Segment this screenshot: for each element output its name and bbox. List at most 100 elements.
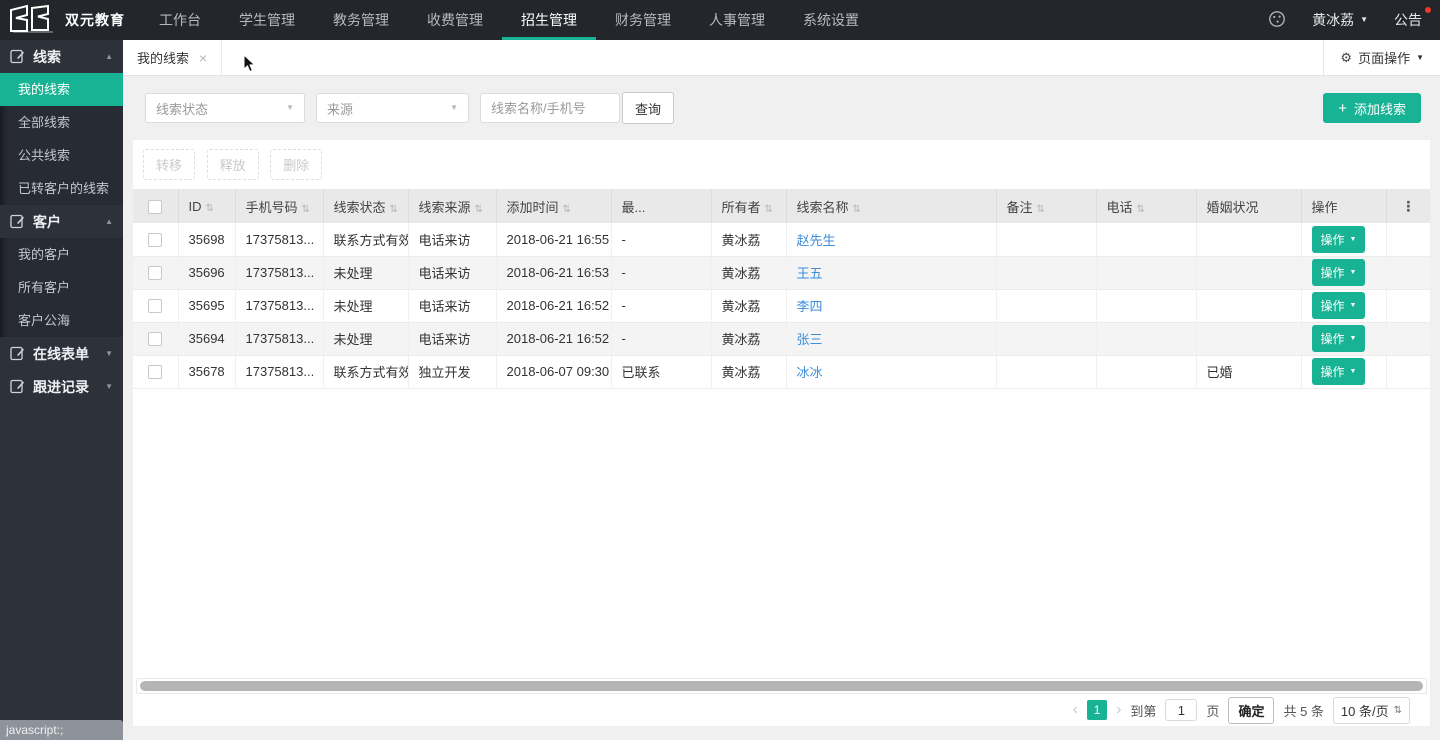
sort-icon[interactable]: ⇅ — [390, 204, 398, 215]
col-header-phone[interactable]: 手机号码 ⇅ — [235, 189, 324, 223]
col-header-source[interactable]: 线索来源 ⇅ — [408, 189, 497, 223]
transfer-button[interactable]: 转移 — [143, 149, 196, 180]
close-icon[interactable]: × — [199, 50, 207, 66]
sidebar-item-my-customers[interactable]: 我的客户 — [0, 238, 123, 271]
chevron-down-icon: ▼ — [1360, 15, 1368, 24]
row-action-button[interactable]: 操作 ▼ — [1311, 325, 1366, 352]
sidebar-section-followup-records[interactable]: 跟进记录 ▼ — [0, 370, 123, 403]
goto-page-input[interactable] — [1165, 699, 1198, 721]
col-header-id[interactable]: ID ⇅ — [178, 189, 236, 223]
cell-action: 操作 ▼ — [1301, 355, 1387, 389]
col-header-note[interactable]: 备注 ⇅ — [996, 189, 1097, 223]
nav-item-enrollment-mgmt[interactable]: 招生管理 — [502, 0, 596, 40]
clue-status-select[interactable]: 线索状态 ▼ — [145, 93, 305, 123]
confirm-button[interactable]: 确定 — [1228, 696, 1275, 724]
cell-action: 操作 ▼ — [1301, 289, 1387, 323]
sort-icon[interactable]: ⇅ — [475, 204, 483, 215]
palette-icon[interactable] — [1268, 10, 1286, 31]
nav-item-finance-mgmt[interactable]: 财务管理 — [596, 0, 690, 40]
nav-item-academic-mgmt[interactable]: 教务管理 — [314, 0, 408, 40]
sort-icon[interactable]: ⇅ — [1137, 204, 1145, 215]
row-action-button[interactable]: 操作 ▼ — [1311, 292, 1366, 319]
cell-checkbox — [133, 355, 179, 389]
row-checkbox[interactable] — [148, 266, 163, 281]
cell-name: 张三 — [786, 322, 997, 356]
col-header-marital: 婚姻状况 — [1196, 189, 1302, 223]
query-button[interactable]: 查询 — [622, 92, 674, 124]
clue-name-link[interactable]: 张三 — [797, 332, 823, 347]
tab-my-clues[interactable]: 我的线索 × — [123, 40, 223, 75]
add-clue-button[interactable]: + 添加线索 — [1323, 93, 1421, 123]
sidebar-section-customers[interactable]: 客户 ▲ — [0, 205, 123, 238]
row-action-button[interactable]: 操作 ▼ — [1311, 225, 1366, 253]
row-checkbox[interactable] — [148, 299, 163, 314]
col-header-tel[interactable]: 电话 ⇅ — [1096, 189, 1197, 223]
nav-item-student-mgmt[interactable]: 学生管理 — [220, 0, 314, 40]
source-select[interactable]: 来源 ▼ — [316, 93, 469, 123]
clue-name-link[interactable]: 冰冰 — [797, 365, 823, 380]
sidebar-section-online-forms[interactable]: 在线表单 ▼ — [0, 337, 123, 370]
row-action-button[interactable]: 操作 ▼ — [1311, 358, 1366, 385]
announcement-link[interactable]: 公告 — [1394, 7, 1431, 30]
cell-extra — [1386, 223, 1430, 257]
horizontal-scrollbar[interactable] — [136, 678, 1427, 694]
clue-status-placeholder: 线索状态 — [156, 101, 209, 117]
table-row: 35698 17375813... 联系方式有效 电话来访 2018-06-21… — [133, 223, 1430, 257]
sidebar-item-all-customers[interactable]: 所有客户 — [0, 271, 123, 304]
row-checkbox[interactable] — [148, 365, 163, 380]
sort-icon[interactable]: ⇅ — [765, 204, 773, 215]
nav-item-system-settings[interactable]: 系统设置 — [784, 0, 878, 40]
cell-last: - — [611, 256, 712, 290]
kebab-menu-icon[interactable]: ⋮ — [1401, 198, 1415, 214]
release-button[interactable]: 释放 — [206, 149, 259, 180]
table-card: 转移 释放 删除 ID ⇅ 手机号码 ⇅ 线索状态 ⇅ 线索来源 ⇅ 添加时间 ⇅ 最.. — [133, 140, 1430, 726]
nav-item-hr-mgmt[interactable]: 人事管理 — [690, 0, 784, 40]
col-header-added-time[interactable]: 添加时间 ⇅ — [496, 189, 612, 223]
row-checkbox[interactable] — [148, 332, 163, 347]
sort-icon[interactable]: ⇅ — [563, 204, 571, 215]
scrollbar-thumb[interactable] — [140, 681, 1423, 691]
cell-marital — [1196, 223, 1302, 257]
logo[interactable]: 双元教育 — [0, 0, 140, 40]
col-header-owner[interactable]: 所有者 ⇅ — [711, 189, 787, 223]
announcement-label: 公告 — [1394, 12, 1422, 28]
nav-item-fee-mgmt[interactable]: 收费管理 — [408, 0, 502, 40]
cell-phone: 17375813... — [235, 256, 324, 290]
search-input[interactable] — [480, 93, 620, 123]
gear-icon: ⚙ — [1340, 49, 1353, 65]
select-all-checkbox[interactable] — [148, 199, 163, 214]
user-menu[interactable]: 黄冰荔 ▼ — [1312, 10, 1368, 30]
sidebar-item-my-clues[interactable]: 我的线索 — [0, 73, 123, 106]
clue-name-link[interactable]: 赵先生 — [797, 233, 836, 248]
table-row: 35678 17375813... 联系方式有效 独立开发 2018-06-07… — [133, 355, 1430, 389]
nav-item-workbench[interactable]: 工作台 — [140, 0, 220, 40]
sidebar-item-customer-pool[interactable]: 客户公海 — [0, 304, 123, 337]
cell-tel — [1096, 223, 1197, 257]
col-header-name[interactable]: 线索名称 ⇅ — [786, 189, 997, 223]
sidebar-item-converted-clues[interactable]: 已转客户的线索 — [0, 172, 123, 205]
cell-tel — [1096, 322, 1197, 356]
prev-page-icon[interactable]: ‹ — [1073, 702, 1078, 718]
row-action-button[interactable]: 操作 ▼ — [1311, 259, 1366, 286]
next-page-icon[interactable]: › — [1116, 702, 1121, 718]
col-header-status[interactable]: 线索状态 ⇅ — [323, 189, 409, 223]
sort-icon[interactable]: ⇅ — [206, 203, 214, 214]
sidebar-item-all-clues[interactable]: 全部线索 — [0, 106, 123, 139]
clue-name-link[interactable]: 李四 — [797, 299, 823, 314]
page-size-select[interactable]: 10 条/页 ⇅ — [1332, 696, 1410, 724]
cell-extra — [1386, 322, 1430, 356]
page-number-current[interactable]: 1 — [1087, 700, 1108, 720]
sort-icon[interactable]: ⇅ — [853, 204, 861, 215]
sidebar-section-clues[interactable]: 线索 ▲ — [0, 40, 123, 73]
form-icon — [10, 49, 25, 64]
sort-icon[interactable]: ⇅ — [302, 204, 310, 215]
row-checkbox[interactable] — [148, 233, 163, 248]
sort-icon[interactable]: ⇅ — [1037, 204, 1045, 215]
cell-added: 2018-06-21 16:52 — [496, 289, 612, 323]
sidebar-item-public-clues[interactable]: 公共线索 — [0, 139, 123, 172]
chevron-up-icon: ▲ — [105, 217, 113, 226]
delete-button[interactable]: 删除 — [270, 149, 323, 180]
cell-phone: 17375813... — [235, 289, 324, 323]
page-operations-button[interactable]: ⚙ 页面操作 ▼ — [1323, 40, 1440, 75]
clue-name-link[interactable]: 王五 — [797, 266, 823, 281]
